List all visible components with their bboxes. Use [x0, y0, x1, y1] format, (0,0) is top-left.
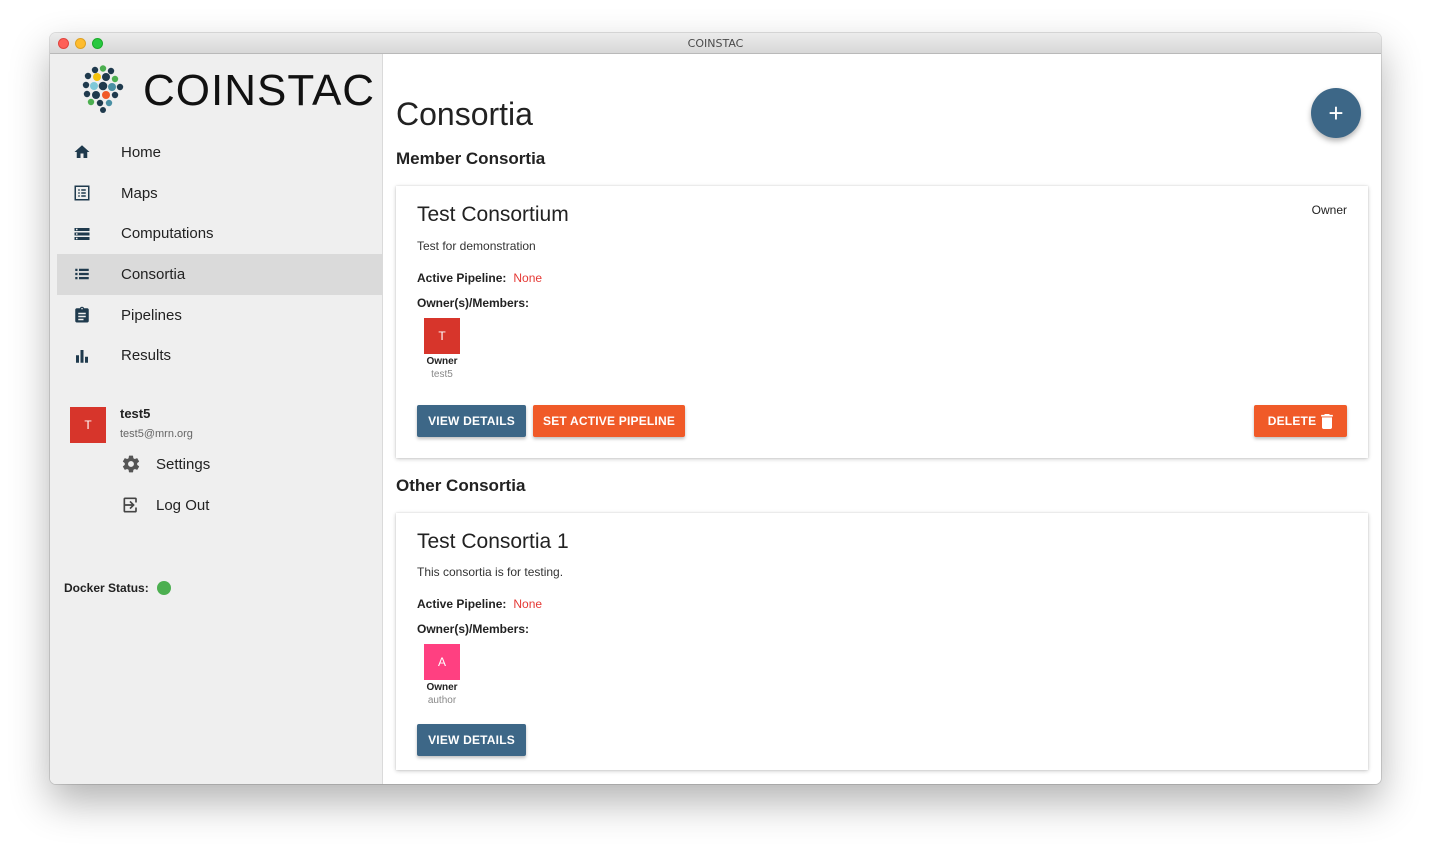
active-pipeline: Active Pipeline: None [417, 597, 542, 611]
logout-icon [120, 494, 142, 516]
set-active-pipeline-button[interactable]: SET ACTIVE PIPELINE [533, 405, 685, 437]
coinstac-logo-icon [82, 65, 124, 113]
view-details-button[interactable]: VIEW DETAILS [417, 724, 526, 756]
maps-icon [73, 184, 91, 202]
consortia-icon [73, 265, 91, 283]
member-name: author [427, 695, 457, 706]
consortium-description: Test for demonstration [417, 239, 536, 253]
sidebar: COINSTAC Home Maps Computations Consorti… [50, 54, 383, 784]
active-pipeline-label: Active Pipeline: [417, 271, 507, 285]
settings-label: Settings [156, 455, 211, 473]
sidebar-item-label: Maps [121, 184, 158, 202]
user-name: test5 [120, 406, 151, 421]
sidebar-item-label: Results [121, 347, 172, 365]
sidebar-item-pipelines[interactable]: Pipelines [57, 295, 382, 336]
delete-label: DELETE [1267, 414, 1317, 428]
other-consortia-heading: Other Consortia [396, 476, 526, 495]
app-name: COINSTAC [143, 66, 376, 115]
consortium-name: Test Consortia 1 [417, 530, 569, 553]
gear-icon [120, 453, 142, 475]
sidebar-item-computations[interactable]: Computations [57, 213, 382, 254]
docker-status: Docker Status: [64, 581, 171, 595]
sidebar-item-label: Pipelines [121, 306, 182, 324]
member-role: Owner [426, 356, 458, 367]
sidebar-item-label: Home [121, 143, 162, 161]
settings-link[interactable]: Settings [120, 452, 210, 476]
members-label: Owner(s)/Members: [417, 296, 530, 310]
sidebar-item-consortia[interactable]: Consortia [57, 254, 382, 295]
consortium-card: Test Consortia 1 This consortia is for t… [396, 513, 1368, 770]
sidebar-item-home[interactable]: Home [57, 132, 382, 173]
consortium-name: Test Consortium [417, 203, 569, 226]
member-role: Owner [426, 682, 458, 693]
members-label: Owner(s)/Members: [417, 622, 530, 636]
add-consortium-button[interactable]: + [1311, 88, 1361, 138]
logout-link[interactable]: Log Out [120, 493, 209, 517]
sidebar-item-label: Consortia [121, 265, 186, 283]
active-pipeline: Active Pipeline: None [417, 271, 542, 285]
results-icon [73, 347, 91, 365]
main-content: Consortia + Member Consortia Test Consor… [384, 54, 1381, 784]
window-title: COINSTAC [687, 37, 744, 50]
sidebar-item-results[interactable]: Results [57, 335, 382, 376]
trash-icon [1321, 413, 1334, 429]
computations-icon [73, 225, 91, 243]
user-email: test5@mrn.org [120, 428, 193, 440]
pipelines-icon [73, 306, 91, 324]
docker-status-indicator [156, 581, 171, 595]
home-icon [73, 143, 91, 161]
consortium-role: Owner [1311, 203, 1347, 217]
consortium-card: Test Consortium Owner Test for demonstra… [396, 186, 1368, 458]
avatar: A [424, 644, 460, 680]
docker-status-label: Docker Status: [64, 581, 149, 595]
member-item: T Owner test5 [424, 318, 460, 380]
member-item: A Owner author [424, 644, 460, 706]
active-pipeline-label: Active Pipeline: [417, 597, 507, 611]
avatar: T [424, 318, 460, 354]
member-consortia-heading: Member Consortia [396, 149, 546, 168]
consortium-description: This consortia is for testing. [417, 565, 564, 579]
sidebar-item-label: Computations [121, 225, 214, 243]
page-title: Consortia [396, 96, 533, 132]
app-window: COINSTAC COINSTAC Home Maps Computations… [50, 33, 1381, 784]
sidebar-item-maps[interactable]: Maps [57, 173, 382, 214]
active-pipeline-value: None [513, 597, 543, 611]
title-bar: COINSTAC [50, 33, 1381, 54]
active-pipeline-value: None [513, 271, 543, 285]
sidebar-nav: Home Maps Computations Consortia Pipelin… [57, 132, 382, 376]
member-name: test5 [431, 369, 453, 380]
avatar: T [70, 407, 106, 443]
view-details-button[interactable]: VIEW DETAILS [417, 405, 526, 437]
logout-label: Log Out [156, 496, 210, 514]
delete-button[interactable]: DELETE [1254, 405, 1347, 437]
